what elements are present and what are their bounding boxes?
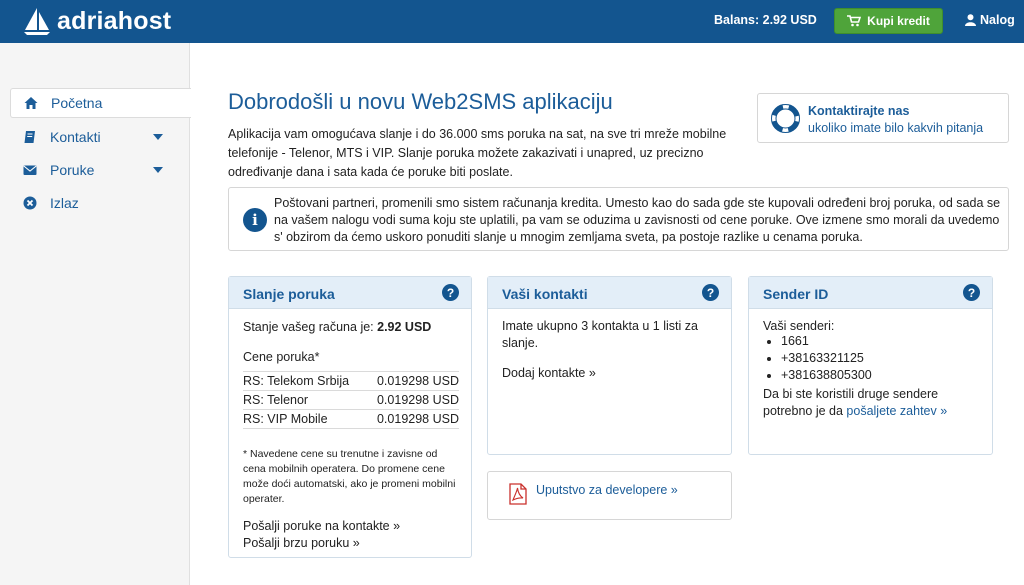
prices-label: Cene poruka* (243, 350, 320, 364)
contact-subtitle[interactable]: ukoliko imate bilo kakvih pitanja (808, 121, 983, 135)
table-row: RS: Telekom Srbija 0.019298 USD (243, 371, 459, 391)
intro-text: Aplikacija vam omogućava slanje i do 36.… (228, 127, 727, 179)
account-menu[interactable]: Nalog (965, 13, 1015, 27)
home-icon (23, 95, 39, 111)
contact-title[interactable]: Kontaktirajte nas (808, 104, 909, 118)
contacts-card: Vaši kontakti ? Imate ukupno 3 kontakta … (487, 276, 732, 455)
card-header: Slanje poruka ? (229, 277, 471, 309)
help-icon[interactable]: ? (702, 284, 719, 301)
sidebar-item-label: Početna (51, 95, 103, 111)
buy-credit-label: Kupi kredit (867, 14, 930, 28)
sidebar-item-contacts[interactable]: Kontakti (10, 122, 190, 152)
info-icon: i (243, 208, 267, 232)
notice-text: Poštovani partneri, promenili smo sistem… (274, 196, 1001, 244)
contact-us-box[interactable]: Kontaktirajte nas ukoliko imate bilo kak… (757, 93, 1009, 143)
help-icon[interactable]: ? (442, 284, 459, 301)
lifebuoy-icon (771, 104, 800, 133)
network-price: 0.019298 USD (364, 409, 459, 429)
close-circle-icon (22, 195, 38, 211)
sidebar: Početna Kontakti Poruke Izlaz (0, 43, 191, 585)
balance-value: 2.92 USD (377, 320, 432, 334)
sidebar-item-home[interactable]: Početna (10, 88, 191, 118)
book-icon (22, 129, 38, 145)
envelope-icon (22, 162, 38, 178)
price-table: RS: Telekom Srbija 0.019298 USD RS: Tele… (243, 371, 459, 429)
table-row: RS: VIP Mobile 0.019298 USD (243, 409, 459, 429)
sidebar-item-label: Kontakti (50, 129, 101, 145)
card-header: Sender ID ? (749, 277, 992, 309)
account-balance: Stanje vašeg računa je: 2.92 USD (243, 319, 431, 336)
buy-credit-button[interactable]: Kupi kredit (834, 8, 943, 34)
pdf-icon (509, 483, 527, 505)
help-icon[interactable]: ? (963, 284, 980, 301)
network-price: 0.019298 USD (364, 390, 459, 410)
network-price: 0.019298 USD (364, 371, 459, 391)
card-title: Sender ID (763, 286, 829, 302)
quick-send-link[interactable]: Pošalji brzu poruku » (243, 535, 360, 552)
chevron-down-icon[interactable] (153, 167, 163, 173)
account-label: Nalog (980, 13, 1015, 27)
sidebar-item-messages[interactable]: Poruke (10, 155, 190, 185)
send-request-link[interactable]: pošaljete zahtev » (846, 404, 947, 418)
network-name: RS: Telekom Srbija (243, 371, 365, 391)
sending-card: Slanje poruka ? Stanje vašeg računa je: … (228, 276, 472, 558)
price-footnote: * Navedene cene su trenutne i zavisne od… (243, 448, 456, 505)
brand-name: adriahost (57, 6, 172, 35)
card-title: Vaši kontakti (502, 286, 588, 302)
network-name: RS: Telenor (243, 390, 365, 410)
cart-icon (847, 15, 862, 27)
sidebar-item-label: Izlaz (50, 195, 79, 211)
developer-guide-box[interactable]: Uputstvo za developere » (487, 471, 732, 520)
sailboat-icon (24, 8, 50, 35)
list-item: +38163321125 (781, 350, 872, 367)
card-title: Slanje poruka (243, 286, 335, 302)
developer-guide-link[interactable]: Uputstvo za developere » (536, 483, 678, 497)
notice-box: i Poštovani partneri, promenili smo sist… (228, 187, 1009, 251)
balance-label: Stanje vašeg računa je: (243, 320, 374, 334)
sender-id-card: Sender ID ? Vaši senderi: 1661 +38163321… (748, 276, 993, 455)
page-title: Dobrodošli u novu Web2SMS aplikaciju (228, 89, 613, 114)
table-row: RS: Telenor 0.019298 USD (243, 390, 459, 410)
sender-note: Da bi ste koristili druge sendere potreb… (763, 386, 983, 420)
brand-logo[interactable]: adriahost (22, 6, 171, 36)
list-item: 1661 (781, 333, 872, 350)
user-icon (965, 14, 976, 26)
sidebar-item-label: Poruke (50, 162, 95, 178)
top-bar: adriahost Balans: 2.92 USD Kupi kredit N… (0, 0, 1024, 43)
chevron-down-icon[interactable] (153, 134, 163, 140)
sidebar-item-logout[interactable]: Izlaz (10, 188, 190, 218)
network-name: RS: VIP Mobile (243, 409, 365, 429)
balance-display: Balans: 2.92 USD (714, 13, 817, 27)
list-item: +381638805300 (781, 367, 872, 384)
contacts-summary: Imate ukupno 3 kontakta u 1 listi za sla… (502, 319, 698, 350)
send-to-contacts-link[interactable]: Pošalji poruke na kontakte » (243, 518, 400, 535)
card-header: Vaši kontakti ? (488, 277, 731, 309)
add-contacts-link[interactable]: Dodaj kontakte » (502, 365, 596, 382)
sender-list: 1661 +38163321125 +381638805300 (781, 333, 872, 384)
